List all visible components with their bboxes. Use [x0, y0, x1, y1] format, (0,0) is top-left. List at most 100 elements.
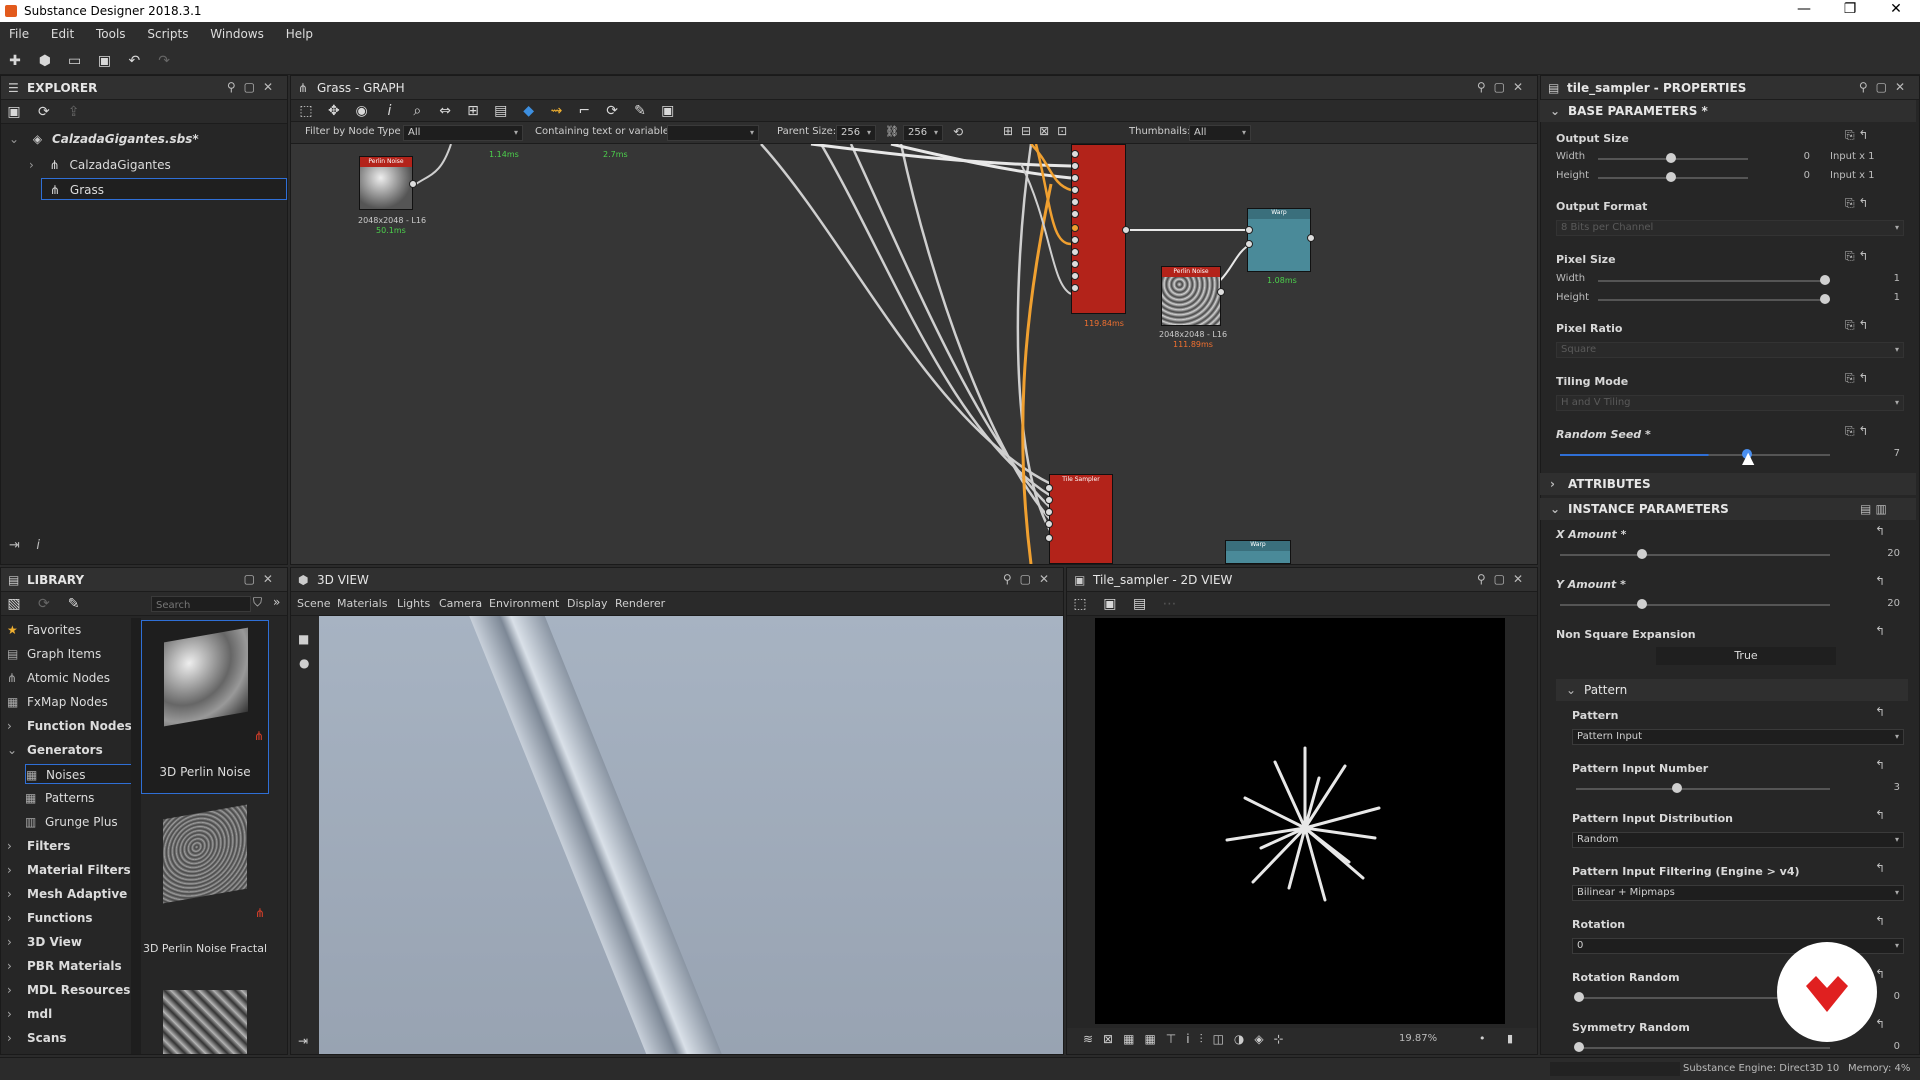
output-pin[interactable]	[409, 180, 417, 188]
3d-viewport[interactable]	[319, 616, 1063, 1054]
pixel-height-value[interactable]: 1	[1880, 292, 1900, 303]
non-square-expansion-toggle[interactable]: True	[1656, 647, 1836, 665]
info-icon[interactable]: i	[380, 102, 398, 120]
input-pin[interactable]	[1071, 248, 1079, 256]
random-seed-value[interactable]: 7	[1880, 448, 1900, 459]
menu-renderer[interactable]: Renderer	[615, 597, 665, 610]
save-package-icon[interactable]: ▣	[5, 103, 23, 121]
library-category[interactable]: ▤ Graph Items	[7, 644, 101, 664]
tile-sampler-node[interactable]	[1071, 144, 1126, 314]
pattern-input-number-slider[interactable]	[1576, 788, 1830, 790]
input-pin[interactable]	[1071, 174, 1079, 182]
slider-knob[interactable]	[1574, 992, 1584, 1002]
slider-knob[interactable]	[1820, 275, 1830, 285]
library-category[interactable]: › PBR Materials	[7, 956, 122, 976]
panel-controls[interactable]: ⚲▢✕	[1477, 572, 1531, 586]
y-amount-value[interactable]: 20	[1880, 598, 1900, 609]
tree-icon[interactable]: ⇥	[298, 1034, 308, 1048]
input-pin[interactable]	[1071, 236, 1079, 244]
collapse-arrow-icon[interactable]: ⌄	[9, 132, 19, 146]
input-pin[interactable]	[1045, 484, 1053, 492]
refresh-icon[interactable]: ⟳	[603, 102, 621, 120]
open-folder-icon[interactable]: ▭	[66, 52, 84, 70]
new-graph-icon[interactable]: ⬢	[36, 52, 54, 70]
pattern-group[interactable]: ⌄ Pattern	[1556, 679, 1908, 701]
slider-knob[interactable]	[1637, 549, 1647, 559]
containing-input[interactable]: ▾	[667, 125, 759, 141]
tile-sampler-node-2[interactable]: Tile Sampler	[1049, 474, 1113, 564]
input-pin[interactable]	[1045, 508, 1053, 516]
slider-knob[interactable]	[1574, 1042, 1584, 1052]
input-pin[interactable]	[1071, 210, 1079, 218]
library-category[interactable]: › MDL Resources	[7, 980, 130, 1000]
param-link-icon[interactable]: ⎘ ↰	[1845, 128, 1868, 143]
collapse-arrow-icon[interactable]: ⌄	[1550, 100, 1560, 122]
library-thumb-perlin3d-fractal[interactable]: ⋔ 3D Perlin Noise Fractal	[141, 798, 269, 972]
tree-item-calzada[interactable]: › ⋔ CalzadaGigantes	[29, 154, 171, 176]
library-thumb-perlin3d[interactable]: ⋔ 3D Perlin Noise	[141, 620, 269, 794]
random-seed-slider[interactable]	[1560, 454, 1830, 456]
slider-knob[interactable]	[1637, 599, 1647, 609]
menu-file[interactable]: File	[0, 22, 38, 41]
reset-icon[interactable]: ↰	[1875, 1017, 1885, 1031]
thumbnails-select[interactable]: All ▾	[1189, 125, 1251, 141]
reset-icon[interactable]: ↰	[1875, 705, 1885, 719]
tiling-mode-select[interactable]: H and V Tiling ▾	[1556, 395, 1904, 411]
y-amount-slider[interactable]	[1560, 604, 1830, 606]
param-link-icon[interactable]: ⎘ ↰	[1845, 318, 1868, 333]
input-pin[interactable]	[1245, 240, 1253, 248]
panel-controls[interactable]: ⚲▢✕	[227, 80, 281, 94]
save-icon[interactable]: ▣	[95, 52, 113, 70]
reset-icon[interactable]: ↰	[1875, 524, 1885, 538]
reset-icon[interactable]: ↰	[1875, 861, 1885, 875]
output-format-select[interactable]: 8 Bits per Channel ▾	[1556, 220, 1904, 236]
link-icon[interactable]: ⇝	[547, 102, 565, 120]
expand-icon[interactable]: »	[273, 595, 280, 609]
collapse-arrow-icon[interactable]: ⌄	[1550, 498, 1560, 520]
graph-canvas[interactable]: Perlin Noise 2048x2048 - L16 50.1ms 1.14…	[291, 144, 1537, 564]
search-icon[interactable]: ⌕	[408, 102, 426, 120]
panel-controls[interactable]: ⚲▢✕	[1477, 80, 1531, 94]
input-pin[interactable]	[1071, 150, 1079, 158]
x-amount-slider[interactable]	[1560, 554, 1830, 556]
library-category[interactable]: ★ Favorites	[7, 620, 81, 640]
fit-icon[interactable]: ⬚	[1071, 595, 1089, 613]
camera-icon[interactable]: ■	[298, 632, 309, 646]
pattern-input-number-value[interactable]: 3	[1880, 782, 1900, 793]
library-search-input[interactable]: Search	[151, 596, 251, 612]
pixel-width-slider[interactable]	[1598, 280, 1830, 282]
minimize-button[interactable]: —	[1784, 1, 1824, 17]
reset-icon[interactable]: ↰	[1875, 574, 1885, 588]
frame-icon[interactable]: ⬚	[297, 102, 315, 120]
filter-icon[interactable]: ⛉	[253, 595, 262, 610]
library-category[interactable]: › Mesh Adaptive	[7, 884, 127, 904]
camera-icon[interactable]: ◉	[353, 102, 371, 120]
output-pin[interactable]	[1122, 226, 1130, 234]
instance-parameters-section[interactable]: ⌄ INSTANCE PARAMETERS ▤ ▥	[1540, 498, 1916, 520]
symmetry-random-slider[interactable]	[1576, 1047, 1830, 1049]
input-pin[interactable]	[1045, 496, 1053, 504]
menu-scripts[interactable]: Scripts	[138, 22, 197, 41]
panel-controls[interactable]: ⚲▢✕	[1859, 80, 1913, 94]
library-category[interactable]: ▦ Patterns	[25, 788, 94, 808]
attributes-section[interactable]: › ATTRIBUTES	[1540, 473, 1916, 495]
new-package-icon[interactable]: ✚	[6, 52, 24, 70]
lock-icon[interactable]: ▮	[1507, 1032, 1513, 1045]
pan-icon[interactable]: ✥	[325, 102, 343, 120]
filter-node-type-select[interactable]: All ▾	[403, 125, 523, 141]
param-link-icon[interactable]: ⎘ ↰	[1845, 196, 1868, 211]
parent-height-select[interactable]: 256 ▾	[903, 125, 943, 141]
panel-controls[interactable]: ⚲▢✕	[1003, 572, 1057, 586]
output-pin[interactable]	[1217, 288, 1225, 296]
pixel-ratio-select[interactable]: Square ▾	[1556, 342, 1904, 358]
pattern-input-distribution-select[interactable]: Random ▾	[1572, 832, 1904, 848]
input-pin[interactable]	[1071, 272, 1079, 280]
input-pin[interactable]	[1071, 284, 1079, 292]
warp-node-2[interactable]: Warp	[1225, 540, 1291, 564]
symmetry-random-value[interactable]: 0	[1880, 1041, 1900, 1052]
menu-camera[interactable]: Camera	[439, 597, 482, 610]
python-icon[interactable]: ◆	[520, 102, 538, 120]
parent-width-select[interactable]: 256 ▾	[836, 125, 876, 141]
connector-icon[interactable]: ⌐	[575, 102, 593, 120]
library-category[interactable]: ⌄ Generators	[7, 740, 103, 760]
